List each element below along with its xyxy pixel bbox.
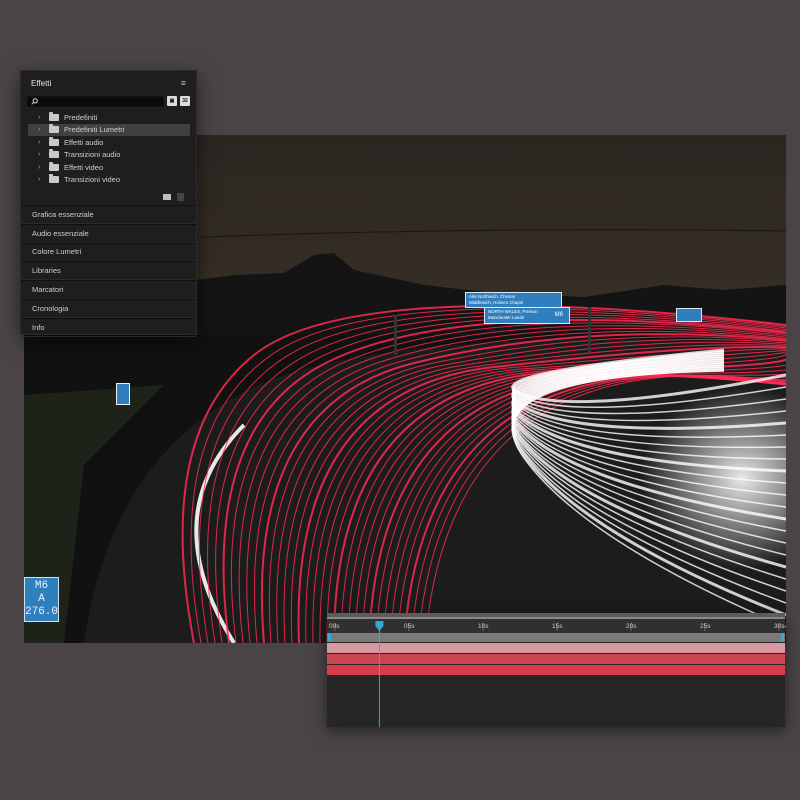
ruler-tick-label: 10s xyxy=(478,623,489,630)
effects-tree-item[interactable]: › Effetti video xyxy=(28,161,190,174)
marker-post-sign: M6 A 276.0 xyxy=(24,577,59,622)
panel-tab[interactable]: Grafica essenziale xyxy=(21,205,196,224)
ruler-tick-label: 15s xyxy=(552,623,563,630)
32-bit-filter-icon[interactable]: 32 xyxy=(180,96,190,106)
chevron-right-icon[interactable]: › xyxy=(38,126,46,133)
effects-tree-item-label: Predefiniti xyxy=(64,112,98,122)
road-sign-north-wales: NORTH WALES, Preston Manchester Leeds M6 xyxy=(484,307,570,324)
panel-tab[interactable]: Colore Lumetri xyxy=(21,242,196,262)
search-row: ▣ 32 xyxy=(27,95,190,107)
ruler-tick-label: 00s xyxy=(329,623,340,630)
folder-icon xyxy=(49,174,59,184)
panel-tab[interactable]: Audio essenziale xyxy=(21,223,196,243)
effects-tree-item-label: Predefiniti Lumetri xyxy=(64,125,125,135)
folder-icon xyxy=(49,161,59,171)
folder-icon xyxy=(49,124,59,134)
search-box[interactable] xyxy=(27,95,164,107)
hamburger-menu-icon[interactable]: ≡ xyxy=(181,78,186,88)
chevron-right-icon[interactable]: › xyxy=(38,114,46,121)
layer-bar[interactable] xyxy=(327,654,785,664)
road-sign-small xyxy=(676,308,702,322)
search-input[interactable] xyxy=(38,96,163,106)
panel-tab[interactable]: Marcatori xyxy=(21,280,196,299)
ruler-tick-label: 30s xyxy=(774,623,785,630)
comp-range-bar[interactable] xyxy=(327,633,785,642)
chevron-right-icon[interactable]: › xyxy=(38,151,46,158)
range-end-handle[interactable] xyxy=(781,633,784,642)
ruler-tick-label: 05s xyxy=(404,623,415,630)
effects-tree-item[interactable]: › Predefiniti xyxy=(28,111,190,124)
ruler-tick-label: 25s xyxy=(700,623,711,630)
new-folder-icon[interactable] xyxy=(163,194,171,200)
marker-line: M6 xyxy=(34,580,49,592)
ruler-tick-label: 20s xyxy=(626,623,637,630)
chevron-right-icon[interactable]: › xyxy=(38,164,46,171)
sign-line: Middlewich, Holmes Chapel xyxy=(469,300,524,305)
timeline-panel: 00s 05s 10s 15s 20s 25s 30s xyxy=(327,613,785,727)
marker-line: 276.0 xyxy=(25,606,59,618)
layer-bar[interactable] xyxy=(327,665,785,675)
effects-tree: › Predefiniti › Predefiniti Lumetri › Effetti… xyxy=(21,111,196,186)
layer-bar[interactable] xyxy=(327,643,785,653)
sign-badge: M6 xyxy=(554,312,563,318)
chevron-right-icon[interactable]: › xyxy=(38,176,46,183)
panel-tab[interactable]: Cronologia xyxy=(21,298,196,318)
search-icon xyxy=(31,97,38,105)
folder-icon xyxy=(49,136,59,146)
marker-line: A xyxy=(38,593,45,605)
chevron-sign xyxy=(116,383,130,405)
panel-tab[interactable]: Info xyxy=(21,317,196,337)
panel-header: Effetti ≡ xyxy=(21,71,196,95)
effects-tree-item-label: Effetti video xyxy=(64,162,104,172)
panel-tab[interactable]: Libraries xyxy=(21,261,196,281)
chevron-right-icon[interactable]: › xyxy=(38,139,46,146)
work-area-bar-top xyxy=(327,617,785,619)
effects-tree-item[interactable]: › Predefiniti Lumetri xyxy=(28,123,190,136)
effects-tree-item-label: Transizioni audio xyxy=(64,150,121,160)
effects-tree-item[interactable]: › Transizioni video xyxy=(28,174,190,187)
effects-tree-item[interactable]: › Transizioni audio xyxy=(28,149,190,162)
work-area-bar[interactable] xyxy=(327,613,785,617)
range-start-handle[interactable] xyxy=(328,633,331,642)
road-sign-a56: A56 Northwich, Chester Middlewich, Holme… xyxy=(465,292,562,308)
collapsed-panels-list: Grafica essenziale Audio essenziale Colore… xyxy=(21,205,196,337)
effects-panel: Effetti ≡ ▣ 32 › Predefiniti › Predefiniti … xyxy=(20,70,197,337)
new-preset-bin-icon[interactable]: ▣ xyxy=(167,96,177,106)
trash-icon[interactable] xyxy=(177,193,184,201)
panel-footer-tools xyxy=(21,189,196,205)
panel-title: Effetti xyxy=(31,78,52,88)
effects-tree-item-label: Transizioni video xyxy=(64,175,120,185)
effects-tree-item-label: Effetti audio xyxy=(64,137,104,147)
effects-tree-item[interactable]: › Effetti audio xyxy=(28,136,190,149)
folder-icon xyxy=(49,149,59,159)
folder-icon xyxy=(49,111,59,121)
